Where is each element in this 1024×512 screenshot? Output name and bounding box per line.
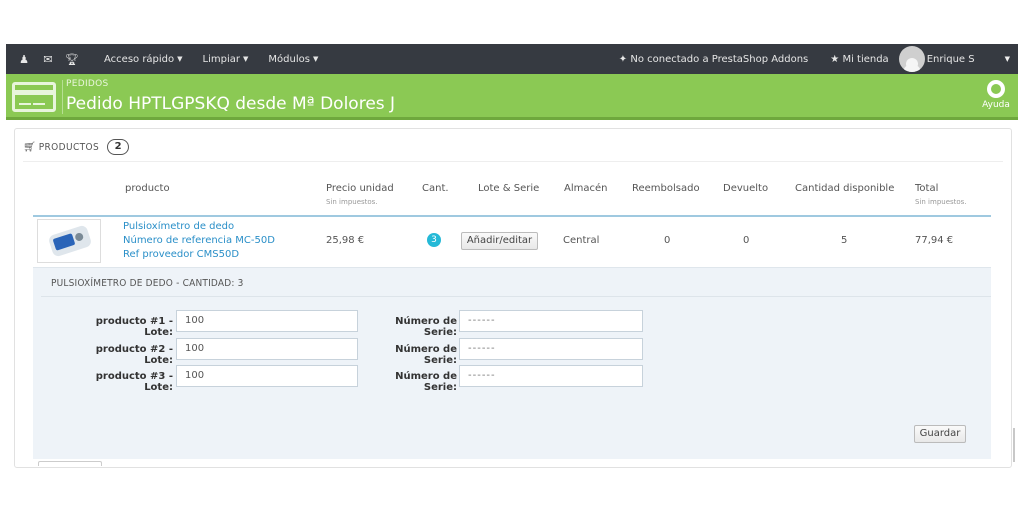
col-refunded: Reembolsado xyxy=(632,183,700,194)
pulse-oximeter-image xyxy=(47,224,93,258)
envelope-icon[interactable]: ✉ xyxy=(36,44,60,74)
divider xyxy=(41,296,991,297)
credit-card-icon xyxy=(12,82,56,112)
quick-access-label: Acceso rápido xyxy=(104,53,175,65)
col-unit-price: Precio unidad Sin impuestos. xyxy=(326,183,394,206)
lot-label-3: producto #3 - Lote: xyxy=(95,371,173,393)
caret-down-icon: ▼ xyxy=(243,55,249,63)
star-icon: ★ xyxy=(830,53,840,65)
serial-input-3[interactable]: ------ xyxy=(459,365,643,387)
help-label: Ayuda xyxy=(982,100,1010,110)
caret-down-icon: ▼ xyxy=(312,55,319,63)
user-menu-caret-icon[interactable]: ▼ xyxy=(1005,55,1010,63)
product-supplier-ref[interactable]: Ref proveedor CMS50D xyxy=(123,249,239,260)
row-unit-price: 25,98 € xyxy=(326,235,365,246)
col-lot: Lote & Serie xyxy=(478,183,540,194)
serial-label-1: Número de Serie: xyxy=(395,316,457,338)
row-refunded: 0 xyxy=(664,235,671,246)
products-count-badge: 2 xyxy=(107,139,130,155)
col-total-label: Total xyxy=(915,183,939,194)
user-icon[interactable]: ♟ xyxy=(12,44,36,74)
header-underline xyxy=(33,215,991,217)
lifebuoy-icon xyxy=(987,80,1005,98)
col-unit-price-sub: Sin impuestos. xyxy=(326,198,378,206)
caret-down-icon: ▼ xyxy=(177,55,183,63)
user-silhouette-icon xyxy=(905,58,918,70)
my-shop-label: Mi tienda xyxy=(842,53,889,65)
modules-label: Módulos xyxy=(268,53,310,65)
lot-input-2[interactable]: 100 xyxy=(176,338,358,360)
serial-input-1[interactable]: ------ xyxy=(459,310,643,332)
col-available: Cantidad disponible xyxy=(795,183,895,194)
serial-input-2[interactable]: ------ xyxy=(459,338,643,360)
serial-label-3: Número de Serie: xyxy=(395,371,457,393)
product-reference[interactable]: Número de referencia MC-50D xyxy=(123,235,275,246)
top-navbar: ♟ ✉ 🏆︎ Acceso rápido ▼ Limpiar ▼ Módulos ▼ … xyxy=(6,44,1018,74)
add-edit-button[interactable]: Añadir/editar xyxy=(461,232,538,250)
lot-input-1[interactable]: 100 xyxy=(176,310,358,332)
user-name[interactable]: Enrique S xyxy=(927,54,975,65)
modules-menu[interactable]: Módulos ▼ xyxy=(268,54,318,65)
panel-heading: 🛒︎ PRODUCTOS 2 xyxy=(23,139,130,155)
quantity-badge: 3 xyxy=(427,233,441,247)
col-warehouse: Almacén xyxy=(564,183,608,194)
lot-caption: PULSIOXÍMETRO DE DEDO - CANTIDAD: 3 xyxy=(51,278,244,289)
page-header: PEDIDOS Pedido HPTLGPSKQ desde Mª Dolore… xyxy=(6,74,1018,120)
help-button[interactable]: Ayuda xyxy=(980,80,1012,110)
puzzle-icon: ✦ xyxy=(618,53,628,65)
col-unit-price-label: Precio unidad xyxy=(326,183,394,194)
clean-label: Limpiar xyxy=(202,53,241,65)
row-warehouse: Central xyxy=(563,235,600,246)
col-qty: Cant. xyxy=(422,183,449,194)
breadcrumb[interactable]: PEDIDOS xyxy=(66,79,109,89)
save-button[interactable]: Guardar xyxy=(914,425,966,443)
col-total: Total Sin impuestos. xyxy=(915,183,967,206)
lot-input-3[interactable]: 100 xyxy=(176,365,358,387)
trophy-icon[interactable]: 🏆︎ xyxy=(60,44,84,74)
col-product: producto xyxy=(125,183,170,194)
header-divider xyxy=(62,80,63,114)
serial-label-2: Número de Serie: xyxy=(395,344,457,366)
lot-serial-section: PULSIOXÍMETRO DE DEDO - CANTIDAD: 3 prod… xyxy=(33,267,991,459)
divider xyxy=(23,161,1003,162)
clean-menu[interactable]: Limpiar ▼ xyxy=(203,54,249,65)
avatar[interactable] xyxy=(898,46,925,72)
row-available: 5 xyxy=(841,235,848,246)
row-returned: 0 xyxy=(743,235,750,246)
addons-status-label: No conectado a PrestaShop Addons xyxy=(630,53,809,65)
product-thumbnail[interactable] xyxy=(37,219,101,263)
my-shop-link[interactable]: ★ Mi tienda xyxy=(830,54,888,65)
col-returned: Devuelto xyxy=(723,183,769,194)
next-row-thumbnail-edge xyxy=(38,461,102,466)
topbar-right: ✦ No conectado a PrestaShop Addons ★ Mi … xyxy=(619,44,1018,74)
product-name-link[interactable]: Pulsioxímetro de dedo xyxy=(123,221,234,232)
row-total: 77,94 € xyxy=(915,235,954,246)
lot-label-1: producto #1 - Lote: xyxy=(95,316,173,338)
col-total-sub: Sin impuestos. xyxy=(915,198,967,206)
shopping-cart-icon: 🛒︎ xyxy=(23,141,36,153)
products-heading: PRODUCTOS xyxy=(38,141,100,153)
products-panel: 🛒︎ PRODUCTOS 2 producto Precio unidad Sin… xyxy=(14,128,1012,468)
addons-status-link[interactable]: ✦ No conectado a PrestaShop Addons xyxy=(619,54,808,65)
page-title: Pedido HPTLGPSKQ desde Mª Dolores J xyxy=(66,94,396,114)
quick-access-menu[interactable]: Acceso rápido ▼ xyxy=(104,54,183,65)
lot-label-2: producto #2 - Lote: xyxy=(95,344,173,366)
scrollbar[interactable] xyxy=(1013,428,1015,462)
